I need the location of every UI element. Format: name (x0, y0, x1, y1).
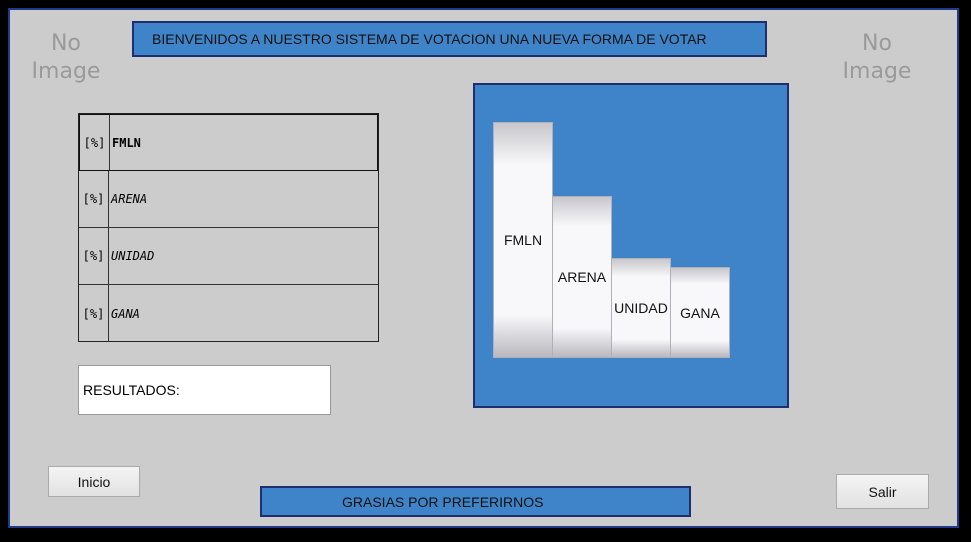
welcome-text: BIENVENIDOS A NUESTRO SISTEMA DE VOTACIO… (152, 31, 707, 47)
chart-bar-fmln: FMLN (493, 122, 553, 358)
chart-bar-label: GANA (680, 304, 720, 321)
table-row: [%] UNIDAD (79, 228, 378, 285)
party-name: ARENA (111, 192, 148, 206)
party-name: UNIDAD (111, 249, 155, 263)
table-row: [%] GANA (79, 285, 378, 342)
left-image-placeholder: No Image (31, 31, 101, 84)
results-field: RESULTADOS: (78, 365, 331, 415)
footer-text: GRASIAS POR PREFERIRNOS (342, 493, 544, 510)
results-label: RESULTADOS: (83, 382, 180, 398)
chart-bar-arena: ARENA (552, 196, 612, 358)
percentage-label: [%] (79, 228, 109, 284)
parties-table: [%] FMLN [%] ARENA [%] UNIDAD [%] GANA (78, 113, 379, 342)
chart-bar-label: UNIDAD (614, 300, 668, 316)
percentage-label: [%] (80, 115, 110, 170)
chart-bar-label: ARENA (557, 269, 607, 285)
table-row: [%] ARENA (79, 171, 378, 228)
right-image-placeholder: No Image (842, 31, 912, 84)
table-row: [%] FMLN (79, 114, 378, 171)
welcome-banner: BIENVENIDOS A NUESTRO SISTEMA DE VOTACIO… (132, 21, 767, 57)
party-name: GANA (111, 306, 140, 321)
party-name: FMLN (112, 135, 141, 150)
footer-banner: GRASIAS POR PREFERIRNOS (260, 486, 691, 517)
chart-bar-gana: GANA (670, 267, 730, 358)
inicio-button[interactable]: Inicio (48, 466, 140, 497)
chart-bar-unidad: UNIDAD (611, 258, 671, 358)
salir-button[interactable]: Salir (836, 474, 929, 509)
results-chart: FMLN ARENA UNIDAD GANA (473, 83, 789, 408)
percentage-label: [%] (79, 285, 109, 342)
percentage-label: [%] (79, 171, 109, 227)
chart-bar-label: FMLN (503, 232, 543, 248)
